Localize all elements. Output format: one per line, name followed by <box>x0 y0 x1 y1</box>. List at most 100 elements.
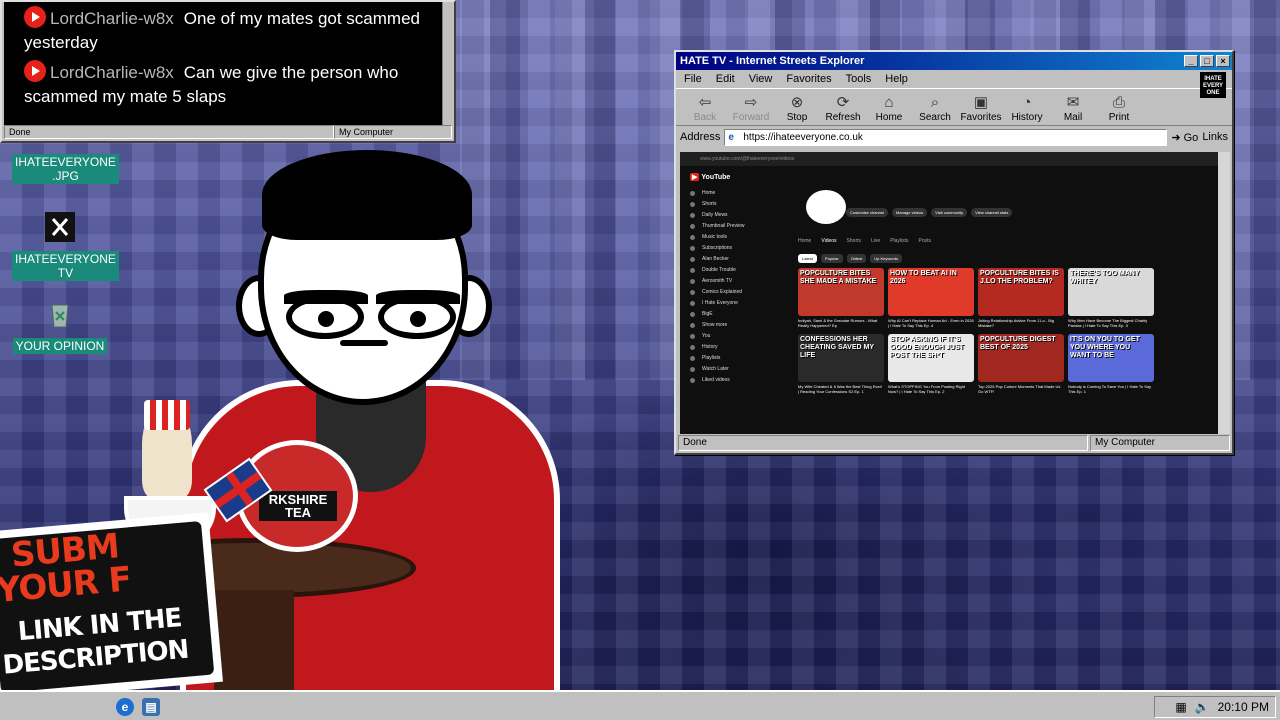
video-title[interactable]: Nobody is Coming To Save You | I Hate To… <box>1068 384 1154 394</box>
sidebar-item[interactable]: Watch Later <box>688 364 788 375</box>
menu-help[interactable]: Help <box>885 73 908 85</box>
sidebar-item[interactable]: Comics Explained <box>688 287 788 298</box>
sidebar-item[interactable]: Daily Mews <box>688 210 788 221</box>
channel-button[interactable]: View channel stats <box>971 208 1013 217</box>
address-input[interactable]: https://ihateeveryone.co.uk <box>724 128 1168 146</box>
channel-tab[interactable]: Playlists <box>890 238 908 244</box>
search-icon: ⌕ <box>930 94 940 111</box>
filter-chip[interactable]: Oldest <box>846 254 867 263</box>
sidebar-item[interactable]: BigE <box>688 309 788 320</box>
address-label: Address <box>680 131 721 143</box>
sidebar-item[interactable]: I Hate Everyone <box>688 298 788 309</box>
sidebar-item[interactable]: Subscriptions <box>688 243 788 254</box>
sidebar-item[interactable]: Show more <box>688 320 788 331</box>
desktop-icon[interactable]: ▤ <box>142 698 160 716</box>
video-card[interactable]: HOW TO BEAT AI IN 2026 Why AI Can't Repla… <box>888 268 974 328</box>
desktop-icon-opinion[interactable]: YOUR OPINION <box>12 298 108 355</box>
menu-favorites[interactable]: Favorites <box>786 73 831 85</box>
video-card[interactable]: THERE'S TOO MANY WHITEY Why Men Have Beco… <box>1068 268 1154 328</box>
print-button[interactable]: ⎙ Print <box>1096 94 1142 125</box>
ie-icon[interactable]: e <box>116 698 134 716</box>
go-button[interactable]: ➜ Go <box>1171 131 1198 144</box>
left-eyelid <box>284 290 368 304</box>
video-title[interactable]: What's STOPPING You From Posting Right N… <box>888 384 974 394</box>
channel-tab[interactable]: Posts <box>919 238 932 244</box>
sidebar-item[interactable]: Aerosmith TV <box>688 276 788 287</box>
video-card[interactable]: POPCULTURE BITES IS J.LO THE PROBLEM? Jol… <box>978 268 1064 328</box>
video-card[interactable]: POPCULTURE DIGEST BEST OF 2025 Top 2025 P… <box>978 334 1064 394</box>
video-title[interactable]: My Wife Cheated & It Was the Best Thing … <box>798 384 884 394</box>
menu-view[interactable]: View <box>749 73 773 85</box>
youtube-icon <box>24 60 46 82</box>
sidebar-item[interactable]: Thumbnail Preview <box>688 221 788 232</box>
desktop-icon-label: IHATEEVERYONE TV <box>12 251 119 281</box>
stop-button[interactable]: ⊗ Stop <box>774 94 820 125</box>
video-thumbnail[interactable]: STOP ASKING IF IT'S GOOD ENOUGH JUST POS… <box>888 334 974 382</box>
video-title[interactable]: Jolting Relationship Advice From J.Lo - … <box>978 318 1064 328</box>
forward-button[interactable]: ⇨ Forward <box>728 94 774 125</box>
filter-chip[interactable]: Up Keywords <box>870 254 903 263</box>
channel-button[interactable]: Visit community <box>931 208 968 217</box>
video-card[interactable]: STOP ASKING IF IT'S GOOD ENOUGH JUST POS… <box>888 334 974 394</box>
video-thumbnail[interactable]: POPCULTURE BITES SHE MADE A MISTAKE <box>798 268 884 316</box>
menu-tools[interactable]: Tools <box>846 73 872 85</box>
sidebar-item[interactable]: History <box>688 342 788 353</box>
sidebar-item[interactable]: Music tools <box>688 232 788 243</box>
volume-icon[interactable]: 🔈 <box>1195 700 1210 714</box>
favorites-button[interactable]: ▣ Favorites <box>958 94 1004 125</box>
sidebar-item[interactable]: Shorts <box>688 199 788 210</box>
video-card[interactable]: CONFESSIONS HER CHEATING SAVED MY LIFE My… <box>798 334 884 394</box>
filter-chip[interactable]: Latest <box>798 254 817 263</box>
cartoon-mouth <box>340 340 388 346</box>
channel-button[interactable]: Customise channel <box>846 208 889 217</box>
status-right: My Computer <box>334 125 452 139</box>
channel-tab[interactable]: Videos <box>821 238 836 244</box>
sidebar-item[interactable]: Liked videos <box>688 375 788 386</box>
video-thumbnail[interactable]: HOW TO BEAT AI IN 2026 <box>888 268 974 316</box>
channel-tab[interactable]: Home <box>798 238 811 244</box>
desktop-icon-tv[interactable]: IHATEEVERYONE TV <box>12 212 119 282</box>
brand-logo: IHATE EVERY ONE <box>1200 72 1226 98</box>
refresh-button[interactable]: ⟳ Refresh <box>820 94 866 125</box>
video-thumbnail[interactable]: IT'S ON YOU TO GET YOU WHERE YOU WANT TO… <box>1068 334 1154 382</box>
history-button[interactable]: ◔ History <box>1004 94 1050 125</box>
chat-message: LordCharlie-w8x Can we give the person wh… <box>24 60 442 109</box>
filter-chip[interactable]: Popular <box>820 254 843 263</box>
search-button[interactable]: ⌕ Search <box>912 94 958 125</box>
video-title[interactable]: Why Men Have Become The Biggest Charity … <box>1068 318 1154 328</box>
browser-scrollbar[interactable] <box>1218 152 1230 434</box>
video-title[interactable]: Why AI Can't Replace Human Art - Even in… <box>888 318 974 328</box>
channel-button[interactable]: Manage videos <box>892 208 928 217</box>
channel-tab[interactable]: Shorts <box>847 238 861 244</box>
video-title[interactable]: Top 2025 Pop Culture Moments That Made U… <box>978 384 1064 394</box>
chat-scrollbar[interactable] <box>442 2 452 126</box>
channel-avatar[interactable] <box>806 190 846 224</box>
video-card[interactable]: IT'S ON YOU TO GET YOU WHERE YOU WANT TO… <box>1068 334 1154 394</box>
sidebar-item[interactable]: Alan Becker <box>688 254 788 265</box>
sidebar-item[interactable]: You <box>688 331 788 342</box>
channel-tab[interactable]: Live <box>871 238 880 244</box>
favorites-icon: ▣ <box>973 94 989 111</box>
menu-edit[interactable]: Edit <box>716 73 735 85</box>
sidebar-item[interactable]: Home <box>688 188 788 199</box>
video-title[interactable]: Indiyah, Sami & the Gravatar Rumors - Wh… <box>798 318 884 328</box>
sidebar-item[interactable]: Playlists <box>688 353 788 364</box>
video-card[interactable]: POPCULTURE BITES SHE MADE A MISTAKE Indiy… <box>798 268 884 328</box>
mail-button[interactable]: ✉ Mail <box>1050 94 1096 125</box>
maximize-button[interactable]: □ <box>1200 55 1214 67</box>
sidebar-item[interactable]: Double Trouble <box>688 265 788 276</box>
back-button[interactable]: ⇦ Back <box>682 94 728 125</box>
links-button[interactable]: Links <box>1202 131 1228 143</box>
video-thumbnail[interactable]: THERE'S TOO MANY WHITEY <box>1068 268 1154 316</box>
home-icon: ⌂ <box>884 94 894 111</box>
network-icon[interactable]: ▦ <box>1175 700 1186 714</box>
desktop-icon-jpg[interactable]: IHATEEVERYONE .JPG <box>12 154 119 185</box>
minimize-button[interactable]: _ <box>1184 55 1198 67</box>
video-thumbnail[interactable]: POPCULTURE DIGEST BEST OF 2025 <box>978 334 1064 382</box>
recycle-bin-icon <box>51 304 69 328</box>
home-button[interactable]: ⌂ Home <box>866 94 912 125</box>
video-thumbnail[interactable]: CONFESSIONS HER CHEATING SAVED MY LIFE <box>798 334 884 382</box>
menu-file[interactable]: File <box>684 73 702 85</box>
close-button[interactable]: × <box>1216 55 1230 67</box>
video-thumbnail[interactable]: POPCULTURE BITES IS J.LO THE PROBLEM? <box>978 268 1064 316</box>
